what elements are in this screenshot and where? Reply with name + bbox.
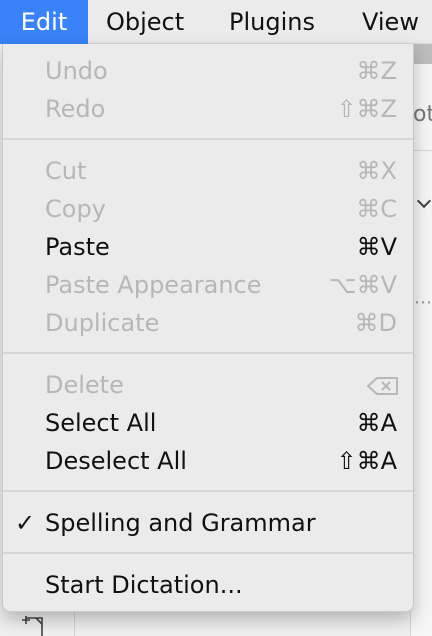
menubar-item-edit[interactable]: Edit [0,0,88,44]
background-divider [74,610,75,636]
menu-item-shortcut: ⌘V [356,233,397,261]
menu-item-shortcut: ⌘X [356,157,397,185]
menu-item-cut[interactable]: Cut ⌘X [3,152,413,190]
menu-separator [3,490,413,492]
menu-item-shortcut: ⌥⌘V [328,271,397,299]
menu-separator [3,352,413,354]
menu-item-label: Paste Appearance [45,271,262,299]
delete-key-icon [367,377,398,395]
menu-separator [3,552,413,554]
menu-item-shortcut: ⌘A [356,409,397,437]
checkmark-icon: ✓ [15,509,36,537]
menu-item-label: Spelling and Grammar [45,509,316,537]
menu-item-label: Duplicate [45,309,160,337]
menu-item-label: Cut [45,157,87,185]
more-dots-icon[interactable]: ⋯ [414,292,432,313]
menubar: Edit Object Plugins View [0,0,432,44]
menu-item-paste-appearance[interactable]: Paste Appearance ⌥⌘V [3,266,413,304]
menu-item-label: Delete [45,371,124,399]
menu-item-duplicate[interactable]: Duplicate ⌘D [3,304,413,342]
menu-item-spelling-and-grammar[interactable]: ✓ Spelling and Grammar [3,504,413,542]
menu-item-paste[interactable]: Paste ⌘V [3,228,413,266]
background-panel-text: ot [413,102,432,127]
menu-item-shortcut: ⌘Z [356,57,397,85]
menu-item-select-all[interactable]: Select All ⌘A [3,404,413,442]
edit-menu-dropdown: Undo ⌘Z Redo ⇧⌘Z Cut ⌘X Copy ⌘C Paste ⌘V… [2,44,414,612]
menu-separator [3,138,413,140]
menu-item-delete[interactable]: Delete [3,366,413,404]
menu-item-copy[interactable]: Copy ⌘C [3,190,413,228]
menu-item-shortcut: ⌘C [356,195,397,223]
menu-item-start-dictation[interactable]: Start Dictation... [3,566,413,604]
menu-item-label: Start Dictation... [45,571,243,599]
menubar-item-view[interactable]: View [362,0,419,44]
menu-item-label: Redo [45,95,106,123]
menu-item-deselect-all[interactable]: Deselect All ⇧⌘A [3,442,413,480]
menu-item-shortcut: ⌘D [354,309,397,337]
menu-item-shortcut: ⇧⌘Z [336,95,397,123]
menu-item-undo[interactable]: Undo ⌘Z [3,52,413,90]
menu-item-label: Deselect All [45,447,187,475]
menu-item-label: Paste [45,233,110,261]
menu-item-label: Copy [45,195,106,223]
menubar-item-object[interactable]: Object [106,0,184,44]
menu-item-redo[interactable]: Redo ⇧⌘Z [3,90,413,128]
menubar-item-plugins[interactable]: Plugins [229,0,315,44]
menu-item-shortcut: ⇧⌘A [336,447,397,475]
menu-item-label: Select All [45,409,157,437]
menu-item-label: Undo [45,57,108,85]
